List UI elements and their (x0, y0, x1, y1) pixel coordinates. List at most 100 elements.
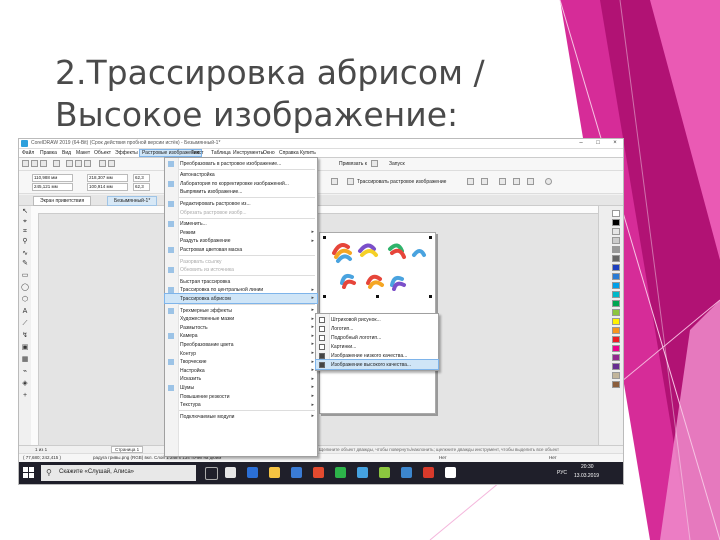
outline-trace-item[interactable]: Штриховой рисунок... (316, 315, 438, 324)
wrap-icon[interactable] (481, 178, 488, 185)
cut-icon[interactable] (66, 160, 73, 167)
coreldraw-taskbar-icon[interactable] (379, 467, 390, 478)
parallel-dimension-icon[interactable]: ⟋ (21, 320, 29, 328)
interactive-fill-icon[interactable]: ◈ (21, 380, 29, 388)
width-field[interactable]: 218,307 мм (87, 174, 128, 182)
transparency-tool-icon[interactable]: ▦ (21, 356, 29, 364)
polygon-tool-icon[interactable]: ⬡ (21, 296, 29, 304)
crop-tool-icon[interactable]: ⌗ (21, 228, 29, 236)
store-icon[interactable] (291, 467, 302, 478)
add-tool-icon[interactable]: + (21, 392, 29, 400)
palette-swatch[interactable] (612, 381, 620, 388)
copy-icon[interactable] (75, 160, 82, 167)
align-icon[interactable] (467, 178, 474, 185)
connector-tool-icon[interactable]: ↯ (21, 332, 29, 340)
options-gear-icon[interactable] (371, 160, 378, 167)
skype-icon[interactable] (357, 467, 368, 478)
taskbar-search-box[interactable]: ⚲ Скажите «Слушай, Алиса» (41, 465, 196, 481)
scale-y-field[interactable]: 62,3 (133, 183, 150, 191)
shape-tool-icon[interactable]: ⌖ (21, 218, 29, 226)
chrome-icon[interactable] (335, 467, 346, 478)
menu-3[interactable]: Вид (62, 150, 71, 156)
palette-swatch[interactable] (612, 327, 620, 334)
menu-2[interactable]: Правка (40, 150, 57, 156)
palette-swatch[interactable] (612, 246, 620, 253)
palette-swatch[interactable] (612, 228, 620, 235)
palette-swatch[interactable] (612, 264, 620, 271)
eyedropper-tool-icon[interactable]: ⌁ (21, 368, 29, 376)
edge-browser-icon[interactable] (247, 467, 258, 478)
outline-trace-item[interactable]: Изображение низкого качества... (316, 351, 438, 360)
snap-to-dropdown[interactable]: Привязать к (339, 161, 367, 167)
outline-trace-item[interactable]: Картинки... (316, 342, 438, 351)
tab-document[interactable]: Безымянный-1* (107, 196, 158, 206)
word-icon[interactable] (401, 467, 412, 478)
menu-4[interactable]: Макет (76, 150, 90, 156)
bitmaps-menu-item[interactable]: Выпрямить изображение... (165, 188, 317, 197)
palette-swatch[interactable] (612, 336, 620, 343)
trace-bitmap-icon[interactable] (347, 178, 354, 185)
palette-swatch[interactable] (612, 282, 620, 289)
outline-trace-item[interactable]: Изображение высокого качества... (315, 359, 439, 370)
rainbow-manes-bitmap[interactable] (320, 233, 435, 303)
palette-swatch[interactable] (612, 309, 620, 316)
other-app-icon[interactable] (445, 467, 456, 478)
crop-icon[interactable] (499, 178, 506, 185)
palette-swatch[interactable] (612, 354, 620, 361)
scale-x-field[interactable]: 62,3 (133, 174, 150, 182)
paste-icon[interactable] (84, 160, 91, 167)
menu-1[interactable]: Файл (22, 150, 34, 156)
x-position-field[interactable]: 110,988 мм (32, 174, 73, 182)
text-tool-icon[interactable]: A (21, 308, 29, 316)
outline-trace-item[interactable]: Подробный логотип... (316, 333, 438, 342)
trace-bitmap-dropdown[interactable]: Трассировать растровое изображение (357, 179, 446, 185)
undo-icon[interactable] (99, 160, 106, 167)
palette-swatch[interactable] (612, 210, 620, 217)
maximize-icon[interactable]: □ (590, 139, 606, 148)
freehand-tool-icon[interactable]: ∿ (21, 250, 29, 258)
add-icon[interactable] (545, 178, 552, 185)
edit-bitmap-icon[interactable] (331, 178, 338, 185)
tab-welcome-screen[interactable]: Экран приветствия (33, 196, 92, 206)
windows-start-icon[interactable] (23, 467, 34, 478)
resample-icon[interactable] (513, 178, 520, 185)
bitmaps-menu-item[interactable]: Растровая цветовая маска (165, 245, 317, 254)
menu-10[interactable]: Инструменты (233, 150, 264, 156)
outline-trace-item[interactable]: Логотип... (316, 324, 438, 333)
palette-swatch[interactable] (612, 372, 620, 379)
zoom-tool-icon[interactable]: ⚲ (21, 238, 29, 246)
ellipse-tool-icon[interactable]: ◯ (21, 284, 29, 292)
menu-13[interactable]: Купить (300, 150, 316, 156)
palette-swatch[interactable] (612, 363, 620, 370)
page-tab[interactable]: Страница 1 (111, 446, 144, 453)
print-icon[interactable] (53, 160, 60, 167)
open-icon[interactable] (31, 160, 38, 167)
bitmaps-menu-item[interactable]: Текстура ▸ (165, 401, 317, 410)
files-icon[interactable] (225, 467, 236, 478)
language-indicator[interactable]: РУС (557, 470, 567, 476)
new-document-icon[interactable] (22, 160, 29, 167)
menu-11[interactable]: Окно (263, 150, 275, 156)
close-icon[interactable]: × (607, 139, 623, 148)
yandex-icon[interactable] (313, 467, 324, 478)
palette-swatch[interactable] (612, 237, 620, 244)
antivirus-icon[interactable] (423, 467, 434, 478)
y-position-field[interactable]: 245,121 мм (32, 183, 73, 191)
rectangle-tool-icon[interactable]: ▭ (21, 272, 29, 280)
palette-swatch[interactable] (612, 255, 620, 262)
height-field[interactable]: 100,914 мм (87, 183, 128, 191)
menu-5[interactable]: Объект (94, 150, 111, 156)
palette-swatch[interactable] (612, 345, 620, 352)
menu-8[interactable]: Текст (191, 150, 204, 156)
palette-swatch[interactable] (612, 318, 620, 325)
clock-time[interactable]: 20:30 (581, 464, 594, 470)
save-icon[interactable] (40, 160, 47, 167)
menu-6[interactable]: Эффекты (115, 150, 138, 156)
minimize-icon[interactable]: – (573, 139, 589, 148)
palette-swatch[interactable] (612, 219, 620, 226)
shadow-tool-icon[interactable]: ▣ (21, 344, 29, 352)
node-icon[interactable] (527, 178, 534, 185)
menu-9[interactable]: Таблица (211, 150, 231, 156)
clock-date[interactable]: 13.03.2019 (574, 473, 599, 479)
redo-icon[interactable] (108, 160, 115, 167)
